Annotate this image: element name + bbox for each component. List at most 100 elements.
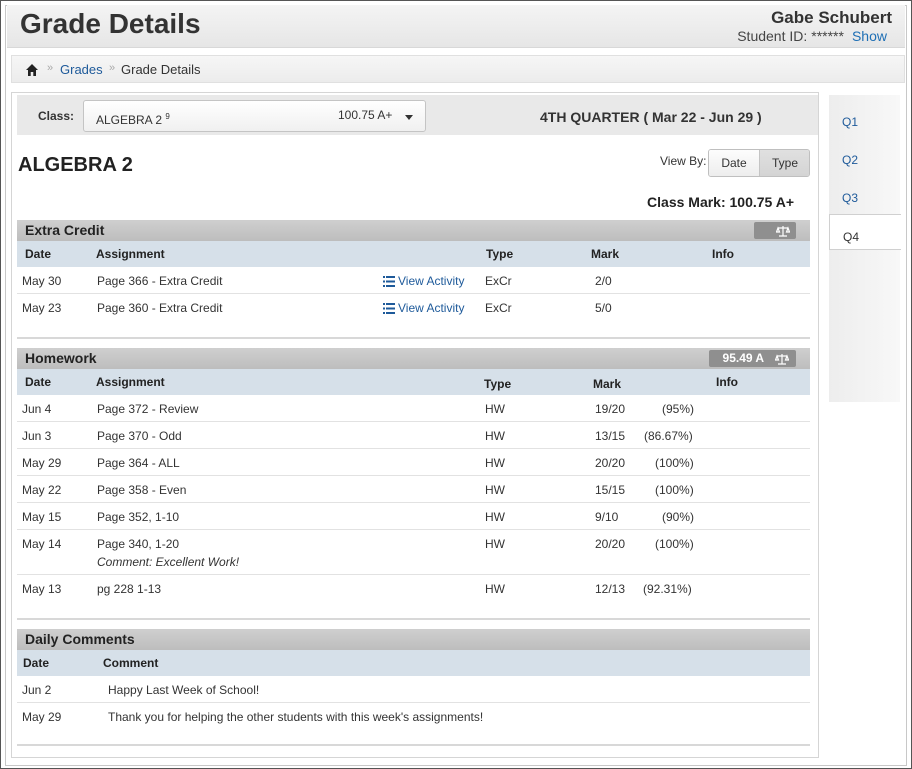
row-date: May 29 bbox=[22, 456, 62, 470]
col-mark: Mark bbox=[593, 377, 622, 391]
row-percent: (92.31%) bbox=[643, 582, 692, 596]
page-title: Grade Details bbox=[20, 8, 201, 39]
row-type: HW bbox=[485, 456, 505, 470]
table-row: May 13 pg 228 1-13 HW 12/13 (92.31%) bbox=[17, 575, 810, 602]
extra-credit-title: Extra Credit bbox=[25, 222, 105, 238]
view-by-type-button[interactable]: Type bbox=[760, 150, 809, 176]
homework-grade-badge[interactable]: 95.49 A bbox=[708, 350, 796, 367]
table-row: May 14 Page 340, 1-20 Comment: Excellent… bbox=[17, 530, 810, 575]
row-date: Jun 2 bbox=[22, 683, 52, 697]
table-row: May 22 Page 358 - Even HW 15/15 (100%) bbox=[17, 476, 810, 503]
row-assignment: Page 352, 1-10 bbox=[97, 510, 180, 524]
class-select[interactable]: ALGEBRA 2 9 100.75 A+ bbox=[83, 100, 426, 132]
row-assignment: Page 364 - ALL bbox=[97, 456, 180, 470]
row-mark: 12/13 bbox=[595, 582, 626, 596]
extra-credit-header: Extra Credit bbox=[17, 220, 810, 241]
tab-q3-label: Q3 bbox=[842, 191, 859, 205]
row-type: HW bbox=[485, 510, 505, 524]
breadcrumb-grades-link[interactable]: Grades bbox=[60, 62, 103, 77]
col-info: Info bbox=[716, 375, 738, 389]
extra-credit-badge[interactable] bbox=[754, 222, 796, 239]
row-type: HW bbox=[485, 429, 505, 443]
row-comment: Thank you for helping the other students… bbox=[108, 710, 484, 724]
view-by-date-button[interactable]: Date bbox=[709, 150, 760, 176]
col-date: Date bbox=[25, 375, 52, 389]
row-mark: 19/20 bbox=[595, 402, 626, 416]
row-percent: (90%) bbox=[662, 510, 695, 524]
student-name: Gabe Schubert bbox=[771, 8, 892, 27]
chevron-down-icon bbox=[405, 115, 413, 120]
selected-class-name: ALGEBRA 2 9 bbox=[96, 112, 170, 127]
row-date: May 15 bbox=[22, 510, 62, 524]
row-type: ExCr bbox=[485, 301, 512, 315]
row-type: HW bbox=[485, 402, 505, 416]
table-row: May 29 Thank you for helping the other s… bbox=[17, 703, 810, 730]
col-assignment: Assignment bbox=[96, 375, 165, 389]
row-assignment: Page 340, 1-20 bbox=[97, 537, 180, 551]
tab-q2-label: Q2 bbox=[842, 153, 859, 167]
homework-header: Homework 95.49 A bbox=[17, 348, 810, 369]
row-comment: Comment: Excellent Work! bbox=[97, 555, 240, 569]
tab-q2[interactable]: Q2 bbox=[829, 138, 900, 174]
col-info: Info bbox=[712, 247, 734, 261]
row-date: May 13 bbox=[22, 582, 62, 596]
table-row: May 15 Page 352, 1-10 HW 9/10 (90%) bbox=[17, 503, 810, 530]
table-row: Jun 2 Happy Last Week of School! bbox=[17, 676, 810, 703]
tab-q4[interactable]: Q4 bbox=[829, 214, 901, 250]
table-row: May 30 Page 366 - Extra Credit View Acti… bbox=[17, 267, 810, 294]
selected-class-text: ALGEBRA 2 bbox=[96, 113, 163, 127]
table-row: Jun 3 Page 370 - Odd HW 13/15 (86.67%) bbox=[17, 422, 810, 449]
col-type: Type bbox=[486, 247, 514, 261]
view-activity-label: View Activity bbox=[398, 301, 465, 315]
row-assignment: Page 372 - Review bbox=[97, 402, 199, 416]
row-date: May 29 bbox=[22, 710, 62, 724]
show-id-link[interactable]: Show bbox=[852, 28, 887, 44]
scale-icon bbox=[776, 225, 790, 237]
class-mark: Class Mark: 100.75 A+ bbox=[647, 194, 794, 210]
row-date: Jun 4 bbox=[22, 402, 52, 416]
student-id: Student ID: ****** Show bbox=[737, 28, 887, 44]
homework-title: Homework bbox=[25, 350, 97, 366]
row-date: May 22 bbox=[22, 483, 62, 497]
row-comment: Happy Last Week of School! bbox=[108, 683, 260, 697]
homework-grade-value: 95.49 A bbox=[722, 351, 764, 365]
table-row: Jun 4 Page 372 - Review HW 19/20 (95%) bbox=[17, 395, 810, 422]
view-activity-link[interactable]: View Activity bbox=[383, 274, 464, 288]
quarter-tabs: Q1 Q2 Q3 Q4 bbox=[829, 95, 901, 402]
section-divider bbox=[17, 618, 810, 621]
col-mark: Mark bbox=[591, 247, 620, 261]
section-divider bbox=[17, 744, 810, 747]
breadcrumb-separator: » bbox=[109, 62, 116, 74]
scale-icon bbox=[775, 353, 789, 365]
col-date: Date bbox=[25, 247, 52, 261]
home-icon[interactable] bbox=[25, 63, 39, 77]
row-percent: (95%) bbox=[662, 402, 695, 416]
homework-column-headers: Date Assignment Type Mark Info bbox=[17, 369, 810, 395]
col-type: Type bbox=[484, 377, 512, 391]
row-mark: 9/10 bbox=[595, 510, 619, 524]
row-percent: (100%) bbox=[655, 483, 694, 497]
homework-section: Homework 95.49 A Date Assignment Type Ma… bbox=[17, 348, 810, 621]
table-row: May 23 Page 360 - Extra Credit View Acti… bbox=[17, 294, 810, 321]
grade-details-panel: Class: ALGEBRA 2 9 100.75 A+ 4TH QUARTER… bbox=[11, 92, 819, 758]
row-date: May 14 bbox=[22, 537, 62, 551]
tab-q4-label: Q4 bbox=[843, 230, 860, 244]
row-date: Jun 3 bbox=[22, 429, 52, 443]
daily-comments-title: Daily Comments bbox=[25, 631, 135, 647]
tab-q1-label: Q1 bbox=[842, 115, 859, 129]
row-percent: (100%) bbox=[655, 537, 694, 551]
row-type: HW bbox=[485, 537, 505, 551]
row-type: ExCr bbox=[485, 274, 512, 288]
view-activity-link[interactable]: View Activity bbox=[383, 301, 464, 315]
tab-q3[interactable]: Q3 bbox=[829, 176, 900, 212]
daily-comments-header: Daily Comments bbox=[17, 629, 810, 650]
row-assignment: pg 228 1-13 bbox=[97, 582, 162, 596]
class-label: Class: bbox=[38, 109, 75, 123]
student-id-value: ****** bbox=[811, 28, 844, 44]
row-date: May 23 bbox=[22, 301, 62, 315]
col-date: Date bbox=[23, 656, 50, 670]
class-period: 9 bbox=[165, 112, 170, 121]
row-mark: 15/15 bbox=[595, 483, 626, 497]
tab-q1[interactable]: Q1 bbox=[829, 100, 900, 136]
list-icon bbox=[383, 276, 395, 287]
